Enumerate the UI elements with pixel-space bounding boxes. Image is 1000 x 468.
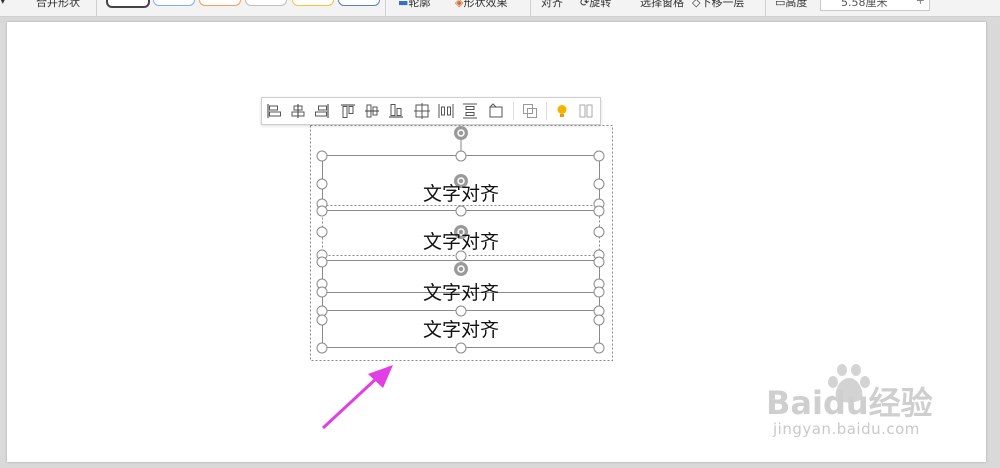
baidu-paw-logo: Baidu经验 (766, 364, 933, 418)
textbox-text[interactable]: 文字对齐 (322, 182, 600, 206)
rotate-handle-icon (454, 262, 468, 276)
textbox-text[interactable]: 文字对齐 (322, 281, 600, 305)
rotate-handle-icon (454, 126, 468, 140)
textbox-text[interactable]: 文字对齐 (322, 230, 600, 254)
watermark-url: jingyan.baidu.com (773, 420, 920, 438)
watermark-brand: Baidu经验 (766, 384, 933, 418)
annotation-arrow (321, 365, 393, 430)
textbox-text[interactable]: 文字对齐 (322, 318, 600, 342)
